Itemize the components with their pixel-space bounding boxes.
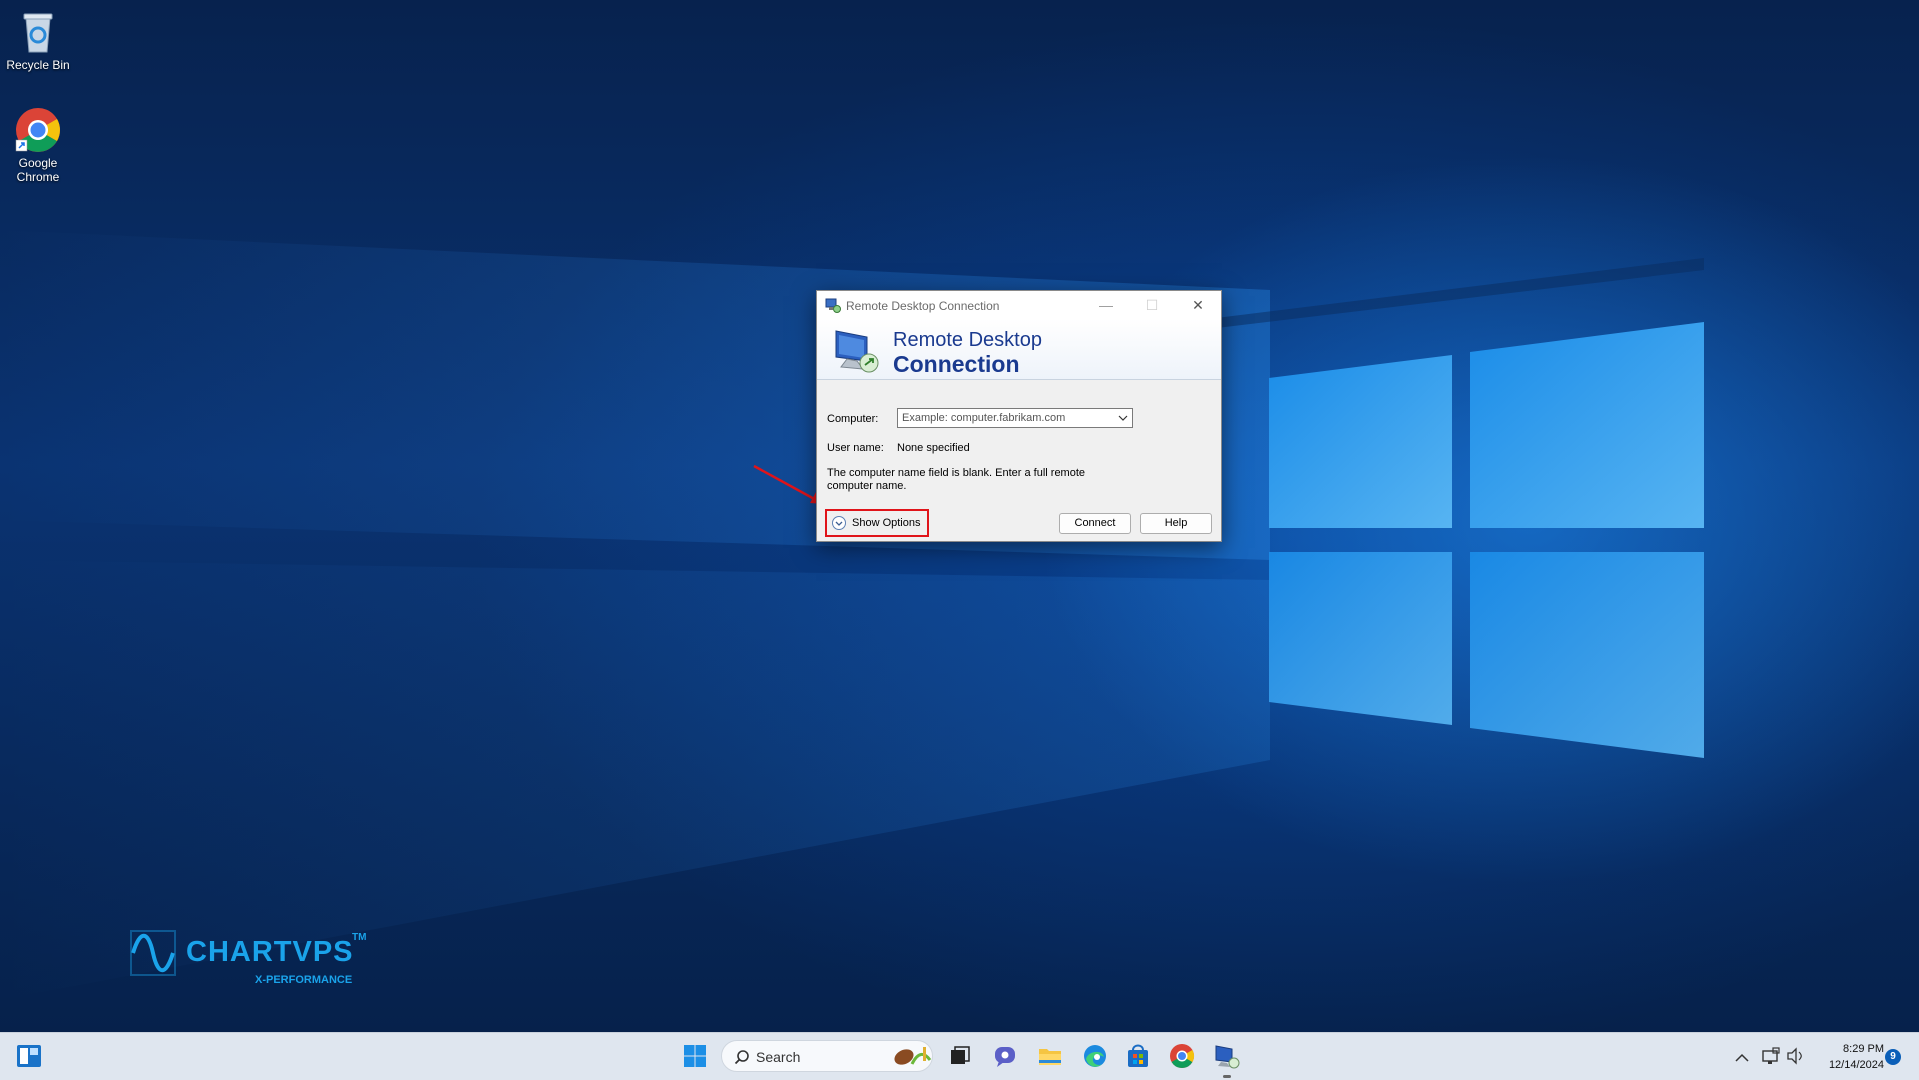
file-explorer-button[interactable] <box>1035 1041 1065 1071</box>
search-icon <box>734 1050 749 1065</box>
remote-desktop-taskbar-button[interactable] <box>1212 1041 1242 1078</box>
store-icon <box>1128 1044 1148 1067</box>
clock-date: 12/14/2024 <box>1828 1059 1884 1071</box>
teams-chat-button[interactable] <box>990 1041 1020 1071</box>
widgets-icon <box>17 1045 41 1067</box>
taskbar-clock[interactable]: 8:29 PM 12/14/2024 <box>1810 1041 1884 1073</box>
search-label: Search <box>756 1049 801 1065</box>
computer-input[interactable] <box>900 410 1109 426</box>
widgets-button[interactable] <box>14 1041 44 1071</box>
folder-icon <box>1039 1049 1061 1065</box>
remote-desktop-monitor-icon <box>833 327 881 375</box>
active-indicator <box>1223 1075 1231 1078</box>
close-button[interactable]: ✕ <box>1175 291 1221 319</box>
windows-start-icon <box>684 1045 706 1067</box>
chevron-down-icon[interactable] <box>1117 412 1129 424</box>
dialog-header: Remote Desktop Connection <box>817 319 1221 380</box>
store-button[interactable] <box>1123 1041 1153 1071</box>
remote-desktop-small-icon <box>825 297 841 313</box>
task-view-icon <box>951 1046 970 1064</box>
username-label: User name: <box>827 442 884 454</box>
maximize-button[interactable]: ☐ <box>1129 291 1175 319</box>
dialog-title: Remote Desktop Connection <box>846 299 1000 313</box>
chat-icon <box>995 1047 1015 1067</box>
desktop: Recycle Bin Google Chrome CHARTVPS TM X-… <box>0 0 1919 1032</box>
chrome-icon <box>1170 1044 1195 1069</box>
remote-desktop-dialog: Remote Desktop Connection — ☐ ✕ Remote D… <box>816 290 1222 542</box>
expand-chevron-icon <box>832 516 846 530</box>
volume-icon[interactable] <box>1787 1047 1802 1065</box>
remote-desktop-icon <box>1215 1045 1240 1069</box>
start-button[interactable] <box>680 1041 710 1071</box>
status-message: The computer name field is blank. Enter … <box>827 467 1086 492</box>
dialog-titlebar[interactable]: Remote Desktop Connection — ☐ ✕ <box>817 291 1221 319</box>
clock-time: 8:29 PM <box>1843 1043 1884 1055</box>
taskbar-search[interactable]: Search <box>721 1040 933 1072</box>
show-options-button[interactable]: Show Options <box>825 509 929 537</box>
username-value: None specified <box>897 442 970 454</box>
brand-tagline: X-PERFORMANCE <box>255 974 353 986</box>
network-icon[interactable] <box>1762 1047 1780 1064</box>
brand-trademark: TM <box>352 932 367 943</box>
connect-button[interactable]: Connect <box>1059 513 1131 534</box>
edge-button[interactable] <box>1080 1041 1110 1071</box>
notification-badge[interactable]: 9 <box>1885 1049 1901 1065</box>
brand-name: CHARTVPS <box>186 936 354 968</box>
header-title-line2: Connection <box>893 351 1020 377</box>
brand-logo-icon <box>130 930 176 976</box>
task-view-button[interactable] <box>945 1041 975 1071</box>
computer-combobox[interactable] <box>897 408 1133 428</box>
help-button[interactable]: Help <box>1140 513 1212 534</box>
computer-label: Computer: <box>827 413 879 425</box>
chrome-taskbar-button[interactable] <box>1167 1041 1197 1071</box>
edge-icon <box>1084 1045 1106 1067</box>
header-title-line1: Remote Desktop <box>893 329 1042 351</box>
minimize-button[interactable]: — <box>1083 291 1129 319</box>
show-options-label: Show Options <box>852 517 921 529</box>
search-highlight-icon <box>894 1047 932 1065</box>
show-hidden-icons-icon[interactable] <box>1735 1053 1749 1062</box>
taskbar: Search 8:29 PM 12/14/2024 9 <box>0 1032 1919 1080</box>
